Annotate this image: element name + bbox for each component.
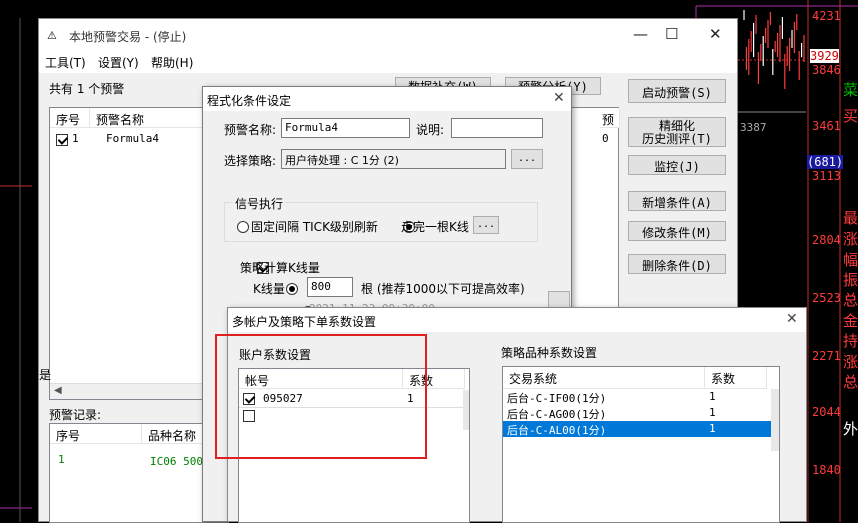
monitor-button[interactable]: 监控(J)	[628, 155, 726, 175]
coef-dialog-titlebar: 多帐户及策略下单系数设置 ✕	[228, 308, 806, 332]
info-label-char: 涨	[843, 353, 858, 371]
menu-help[interactable]: 帮助(H)	[151, 54, 193, 71]
record-row-index: 1	[58, 453, 65, 466]
kline-count-radio[interactable]	[286, 283, 299, 295]
radio-tick-label: 固定间隔 TICK级别刷新	[251, 220, 378, 234]
alert-header-value[interactable]: 预	[600, 108, 620, 128]
candlestick-cluster	[743, 10, 805, 89]
price-tick: 3113	[812, 169, 841, 183]
maximize-icon[interactable]: ☐	[665, 25, 678, 43]
price-tick: 2271	[812, 349, 841, 363]
price-tick: 3846	[812, 63, 841, 77]
info-label-char: 总	[843, 373, 858, 391]
program-dialog-close-icon[interactable]: ✕	[553, 90, 565, 106]
table-row[interactable]: 后台-C-AL00(1分) 1	[503, 421, 771, 437]
refine-backtest-button[interactable]: 精细化 历史测评(T)	[628, 117, 726, 147]
radio-tick-refresh[interactable]	[237, 221, 249, 233]
annotation-highlight-box	[215, 334, 427, 459]
info-label-char: 买	[843, 107, 858, 125]
signal-browse-button[interactable]: ...	[473, 216, 499, 234]
modify-condition-button[interactable]: 修改条件(M)	[628, 221, 726, 241]
strategy-row-coef: 1	[709, 390, 716, 403]
info-label-char: 外	[843, 420, 858, 438]
info-label-char: 金	[843, 312, 858, 330]
alert-header-name[interactable]: 预警名称	[90, 108, 210, 128]
strategy-group-label: 策略品种系数设置	[501, 346, 598, 360]
description-input[interactable]	[451, 118, 543, 138]
strategy-row-system: 后台-C-AL00(1分)	[507, 424, 607, 437]
strategy-header-coef[interactable]: 系数	[705, 367, 767, 389]
menu-settings[interactable]: 设置(Y)	[98, 54, 139, 71]
info-label-char: 菜	[843, 81, 858, 99]
strategy-row-coef: 1	[709, 406, 716, 419]
kline-count-check-label: 策略计算K线量	[240, 261, 320, 275]
program-dialog-titlebar: 程式化条件设定 ✕	[203, 87, 571, 111]
alert-row-name: Formula4	[106, 132, 159, 145]
start-alert-button[interactable]: 启动预警(S)	[628, 79, 726, 103]
app-icon: ⚠	[47, 29, 57, 42]
vertical-scrollbar[interactable]	[771, 389, 779, 451]
strategy-row-system: 后台-C-AG00(1分)	[507, 408, 607, 421]
program-dialog-title: 程式化条件设定	[207, 94, 292, 108]
info-label-char: 幅	[843, 251, 858, 269]
info-label-char: 最	[843, 209, 858, 227]
price-tick: 3461	[812, 119, 841, 133]
price-tick: 3929	[810, 49, 839, 63]
info-label-char: 振	[843, 271, 858, 289]
alert-row-checkbox[interactable]	[56, 134, 68, 146]
scroll-left-icon[interactable]: ◀	[54, 385, 62, 396]
coef-dialog-title: 多帐户及策略下单系数设置	[232, 315, 377, 329]
add-condition-button[interactable]: 新增条件(A)	[628, 191, 726, 211]
alert-name-input[interactable]: Formula4	[281, 118, 410, 138]
radio-kline-label: 走完一根K线	[401, 220, 469, 234]
strategy-header-system[interactable]: 交易系统	[503, 367, 705, 389]
kline-count-input[interactable]: 800	[307, 277, 353, 297]
kline-count-radio-label: K线量	[253, 282, 285, 296]
strategy-field[interactable]: 用户待处理 : C 1分 (2)	[281, 149, 506, 169]
info-label-char: 持	[843, 332, 858, 350]
alert-row-index: 1	[72, 132, 79, 145]
signal-group-label: 信号执行	[233, 195, 286, 212]
side-label: 是	[39, 368, 52, 382]
table-row[interactable]: 后台-C-IF00(1分) 1	[503, 389, 771, 405]
alert-header-index[interactable]: 序号	[50, 108, 90, 128]
alert-name-label: 预警名称:	[224, 123, 277, 137]
strategy-row-system: 后台-C-IF00(1分)	[507, 392, 607, 405]
minimize-icon[interactable]: —	[633, 25, 648, 43]
inner-price-label: 3387	[740, 121, 767, 134]
close-icon[interactable]: ✕	[709, 25, 722, 43]
price-tick: 2523	[812, 291, 841, 305]
records-header-index[interactable]: 序号	[50, 424, 142, 444]
delete-condition-button[interactable]: 删除条件(D)	[628, 254, 726, 274]
alert-row-value: 0	[602, 132, 609, 145]
price-tick: 4231	[812, 9, 841, 23]
price-tick: 1840	[812, 463, 841, 477]
description-label: 说明:	[416, 123, 445, 137]
menu-tools[interactable]: 工具(T)	[45, 54, 86, 71]
title-bar: ⚠ 本地预警交易 - (停止) — ☐ ✕	[39, 19, 737, 51]
records-label: 预警记录:	[49, 408, 102, 422]
window-title: 本地预警交易 - (停止)	[69, 30, 187, 44]
vertical-scrollbar[interactable]	[463, 390, 469, 430]
coef-dialog-close-icon[interactable]: ✕	[786, 311, 798, 327]
price-badge: (681)	[807, 155, 844, 169]
alert-count-label: 共有 1 个预警	[49, 82, 125, 96]
refine-backtest-line2: 历史测评(T)	[642, 132, 712, 146]
strategy-coef-table: 交易系统 系数 后台-C-IF00(1分) 1 后台-C-AG00(1分) 1 后台-C…	[502, 366, 780, 523]
menu-bar: 工具(T) 设置(Y) 帮助(H)	[39, 51, 737, 73]
strategy-browse-button[interactable]: ...	[511, 149, 543, 169]
table-row[interactable]: 后台-C-AG00(1分) 1	[503, 405, 771, 421]
price-tick: 2044	[812, 405, 841, 419]
info-label-char: 涨	[843, 230, 858, 248]
kline-count-hint: 根 (推荐1000以下可提高效率)	[361, 282, 525, 296]
price-tick: 2804	[812, 233, 841, 247]
strategy-label: 选择策略:	[224, 154, 277, 168]
info-label-char: 总	[843, 291, 858, 309]
strategy-row-coef: 1	[709, 422, 716, 435]
